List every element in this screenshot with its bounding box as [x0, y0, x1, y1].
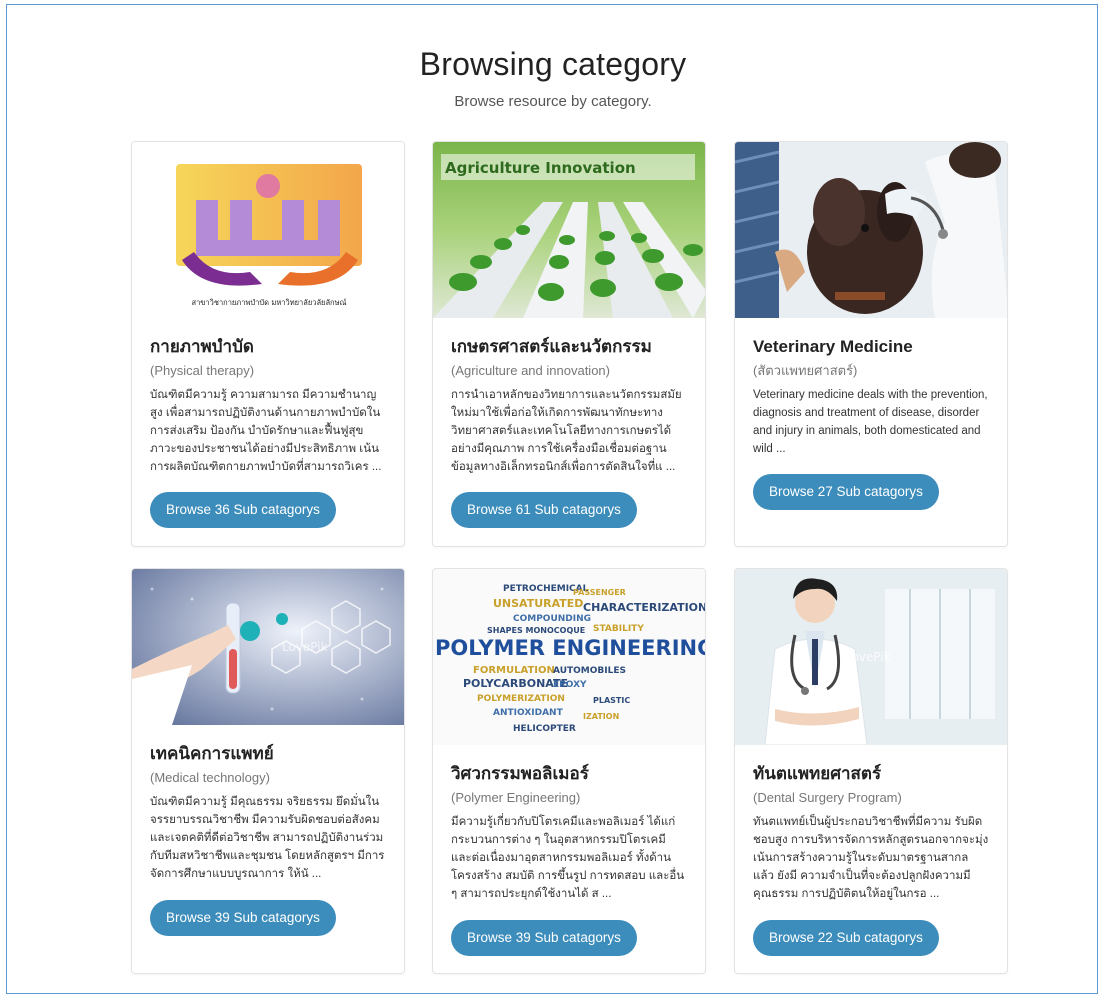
category-description: บัณฑิตมีความรู้ ความสามารถ มีความชำนาญสู… [150, 389, 382, 473]
medical-tech-watermark: LovePik [282, 640, 328, 654]
physical-therapy-logo-caption: สาขาวิชากายภาพบำบัด มหาวิทยาลัยวลัยลักษณ… [192, 298, 347, 307]
browse-subcategories-button[interactable]: Browse 22 Sub catagorys [753, 920, 939, 956]
category-description: ทันตแพทย์เป็นผู้ประกอบวิชาชีพที่มีความ ร… [753, 816, 989, 900]
browse-subcategories-button[interactable]: Browse 27 Sub catagorys [753, 474, 939, 510]
category-image-dental-surgery: LovePik [735, 569, 1007, 745]
category-title: เทคนิคการแพทย์ [150, 744, 274, 763]
svg-text:IZATION: IZATION [583, 712, 619, 721]
category-description: มีความรู้เกี่ยวกับปิโตรเคมีและพอลิเมอร์ … [451, 816, 685, 900]
category-card-physical-therapy: สาขาวิชากายภาพบำบัด มหาวิทยาลัยวลัยลักษณ… [131, 141, 405, 547]
category-title: กายภาพบำบัด [150, 337, 254, 356]
browse-subcategories-button[interactable]: Browse 39 Sub catagorys [451, 920, 637, 956]
category-image-physical-therapy: สาขาวิชากายภาพบำบัด มหาวิทยาลัยวลัยลักษณ… [132, 142, 404, 318]
svg-text:COMPOUNDING: COMPOUNDING [513, 614, 591, 624]
svg-text:POLYMERIZATION: POLYMERIZATION [477, 694, 565, 704]
category-title: เกษตรศาสตร์และนวัตกรรม [451, 337, 652, 356]
svg-text:HELICOPTER: HELICOPTER [513, 724, 576, 734]
category-image-veterinary [735, 142, 1007, 318]
category-subtitle: (Dental Surgery Program) [753, 790, 902, 805]
category-title: ทันตแพทยศาสตร์ [753, 764, 882, 783]
category-subtitle: (Polymer Engineering) [451, 790, 581, 805]
svg-text:ANTIOXIDANT: ANTIOXIDANT [493, 708, 564, 718]
polymer-engineering-wordart: POLYMER ENGINEERING [435, 636, 705, 660]
category-card-veterinary: Veterinary Medicine (สัตวแพทยศาสตร์) Vet… [734, 141, 1008, 547]
browse-subcategories-button[interactable]: Browse 61 Sub catagorys [451, 492, 637, 528]
category-card-medical-technology: LovePik เทคนิคการแพทย์ (Medical technolo… [131, 568, 405, 974]
category-card-dental-surgery: LovePik ทันตแพทยศาสตร์ (Dental Surgery P… [734, 568, 1008, 974]
category-description: การนำเอาหลักของวิทยาการและนวัตกรรมสมัยให… [451, 389, 682, 473]
page-subtitle: Browse resource by category. [454, 93, 652, 110]
category-subtitle: (Medical technology) [150, 770, 270, 785]
category-description: บัณฑิตมีความรู้ มีคุณธรรม จริยธรรม ยึดมั… [150, 796, 385, 880]
category-image-agriculture: Agriculture Innovation [433, 142, 705, 318]
browse-subcategories-button[interactable]: Browse 36 Sub catagorys [150, 492, 336, 528]
category-card-agriculture: Agriculture Innovation เกษตรศาสตร์และนวั… [432, 141, 706, 547]
category-image-polymer-engineering: PETROCHEMICAL PASSENGER UNSATURATED CHAR… [433, 569, 705, 745]
svg-text:AUTOMOBILES: AUTOMOBILES [553, 666, 626, 676]
svg-text:STABILITY: STABILITY [593, 624, 644, 634]
dental-watermark: LovePik [845, 650, 891, 664]
category-card-polymer-engineering: PETROCHEMICAL PASSENGER UNSATURATED CHAR… [432, 568, 706, 974]
browse-subcategories-button[interactable]: Browse 39 Sub catagorys [150, 900, 336, 936]
svg-text:EPOXY: EPOXY [553, 680, 587, 690]
svg-text:UNSATURATED: UNSATURATED [493, 597, 583, 610]
svg-text:CHARACTERIZATION: CHARACTERIZATION [583, 601, 705, 614]
svg-text:SHAPES MONOCOQUE: SHAPES MONOCOQUE [487, 626, 585, 635]
agriculture-banner-text: Agriculture Innovation [445, 159, 636, 177]
page-header: Browsing category Browse resource by cat… [0, 46, 1106, 110]
category-image-medical-technology: LovePik [132, 569, 404, 725]
category-description: Veterinary medicine deals with the preve… [753, 389, 988, 455]
category-subtitle: (สัตวแพทยศาสตร์) [753, 363, 858, 378]
category-subtitle: (Agriculture and innovation) [451, 363, 610, 378]
svg-text:PLASTIC: PLASTIC [593, 696, 630, 705]
category-title: Veterinary Medicine [753, 337, 913, 356]
svg-text:FORMULATION: FORMULATION [473, 665, 555, 676]
svg-text:PASSENGER: PASSENGER [573, 588, 626, 597]
category-title: วิศวกรรมพอลิเมอร์ [451, 764, 589, 783]
page-title: Browsing category [419, 46, 687, 82]
category-subtitle: (Physical therapy) [150, 363, 255, 378]
